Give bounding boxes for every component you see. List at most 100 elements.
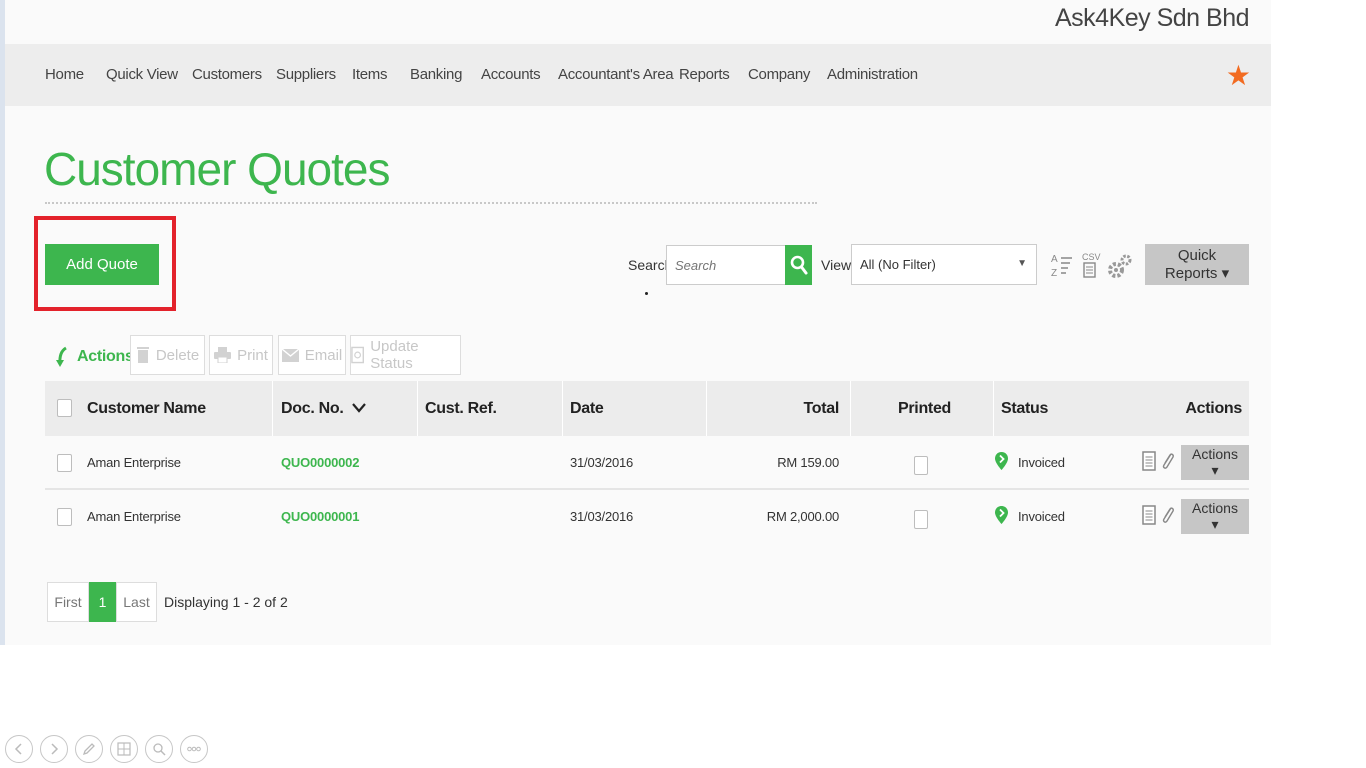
svg-text:Z: Z xyxy=(1051,268,1057,279)
slides-grid-icon xyxy=(117,742,131,756)
nav-banking[interactable]: Banking xyxy=(410,66,462,83)
col-date[interactable]: Date xyxy=(570,400,604,418)
bulk-actions-label: Actions xyxy=(55,346,134,368)
chevron-down-icon: ▼ xyxy=(1017,258,1027,269)
title-divider xyxy=(45,202,817,204)
trash-icon xyxy=(136,347,149,363)
col-divider xyxy=(272,381,273,436)
zoom-button[interactable] xyxy=(145,735,173,763)
slideshow-controls xyxy=(5,735,208,763)
nav-items[interactable]: Items xyxy=(352,66,387,83)
nav-suppliers[interactable]: Suppliers xyxy=(276,66,336,83)
nav-accounts[interactable]: Accounts xyxy=(481,66,541,83)
col-divider xyxy=(706,381,707,436)
paperclip-icon[interactable] xyxy=(1160,504,1176,526)
csv-label: CSV xyxy=(1082,252,1101,262)
col-doc-no[interactable]: Doc. No. xyxy=(281,400,366,418)
previous-slide-button[interactable] xyxy=(5,735,33,763)
search-button[interactable] xyxy=(785,245,812,285)
row-doc-link[interactable]: QUO0000002 xyxy=(281,455,359,470)
col-doc-no-label: Doc. No. xyxy=(281,400,344,417)
sort-az-icon[interactable]: AZ xyxy=(1050,250,1074,280)
chevron-down-icon xyxy=(351,403,366,413)
row-printed-checkbox[interactable] xyxy=(914,510,928,529)
view-selected-value: All (No Filter) xyxy=(860,257,936,272)
more-dots-icon xyxy=(187,746,201,752)
csv-export-icon[interactable]: CSV xyxy=(1078,250,1102,280)
settings-gear-icon[interactable] xyxy=(1106,250,1134,280)
see-all-slides-button[interactable] xyxy=(110,735,138,763)
update-status-button[interactable]: Update Status xyxy=(350,335,461,375)
email-label: Email xyxy=(304,346,343,364)
magnifier-icon xyxy=(153,743,166,756)
row-printed-checkbox[interactable] xyxy=(914,456,928,475)
invoiced-status-icon xyxy=(995,452,1008,470)
document-icon[interactable] xyxy=(1142,505,1156,525)
col-cust-ref[interactable]: Cust. Ref. xyxy=(425,400,497,418)
delete-label: Delete xyxy=(155,346,200,364)
print-label: Print xyxy=(237,346,268,364)
nav-company[interactable]: Company xyxy=(748,66,810,83)
favorite-star-icon[interactable]: ★ xyxy=(1226,59,1251,92)
col-divider xyxy=(562,381,563,436)
actions-label-text: Actions xyxy=(77,348,134,365)
col-total[interactable]: Total xyxy=(803,400,839,418)
nav-home[interactable]: Home xyxy=(45,66,84,83)
pagination: First 1 Last Displaying 1 - 2 of 2 xyxy=(47,581,288,623)
company-name: Ask4Key Sdn Bhd xyxy=(1054,4,1250,32)
row-doc-link[interactable]: QUO0000001 xyxy=(281,509,359,524)
paperclip-icon[interactable] xyxy=(1160,450,1176,472)
curved-arrow-icon xyxy=(56,346,67,367)
nav-administration[interactable]: Administration xyxy=(827,66,918,83)
document-refresh-icon xyxy=(351,346,364,364)
row-date: 31/03/2016 xyxy=(570,455,634,470)
document-icon[interactable] xyxy=(1142,451,1156,471)
pager-first[interactable]: First xyxy=(47,582,89,622)
app-window: Ask4Key Sdn Bhd Home Quick View Customer… xyxy=(5,0,1271,645)
row-checkbox[interactable] xyxy=(57,454,72,472)
more-options-button[interactable] xyxy=(180,735,208,763)
nav-quick-view[interactable]: Quick View xyxy=(106,66,178,83)
col-customer-name[interactable]: Customer Name xyxy=(87,400,206,418)
view-filter-select[interactable]: All (No Filter) ▼ xyxy=(851,244,1037,285)
row-total: RM 159.00 xyxy=(777,455,839,470)
row-total: RM 2,000.00 xyxy=(766,509,839,524)
row-status-text: Invoiced xyxy=(1018,455,1065,470)
arrow-left-icon xyxy=(14,743,22,755)
update-status-label: Update Status xyxy=(370,338,419,372)
email-button[interactable]: Email xyxy=(278,335,346,375)
nav-reports[interactable]: Reports xyxy=(679,66,730,83)
col-divider xyxy=(993,381,994,436)
col-status[interactable]: Status xyxy=(1001,400,1048,418)
select-all-checkbox[interactable] xyxy=(57,399,72,417)
row-divider xyxy=(45,488,1249,490)
search-icon xyxy=(790,255,807,275)
svg-text:A: A xyxy=(1051,254,1058,265)
col-printed[interactable]: Printed xyxy=(898,400,951,418)
invoiced-status-icon xyxy=(995,506,1008,524)
quick-reports-button[interactable]: Quick Reports ▾ xyxy=(1145,244,1249,285)
table-row: Aman Enterprise QUO0000001 31/03/2016 RM… xyxy=(45,491,1249,543)
search-input[interactable] xyxy=(666,245,786,285)
page-title: Customer Quotes xyxy=(44,143,390,195)
delete-button[interactable]: Delete xyxy=(130,335,205,375)
row-customer-name: Aman Enterprise xyxy=(87,455,181,470)
col-divider xyxy=(850,381,851,436)
row-checkbox[interactable] xyxy=(57,508,72,526)
row-actions-button[interactable]: Actions ▾ xyxy=(1181,445,1249,480)
pen-tool-button[interactable] xyxy=(75,735,103,763)
pager-page-1[interactable]: 1 xyxy=(89,582,116,622)
row-customer-name: Aman Enterprise xyxy=(87,509,181,524)
add-quote-button[interactable]: Add Quote xyxy=(45,244,159,285)
main-nav: Home Quick View Customers Suppliers Item… xyxy=(5,44,1271,106)
nav-customers[interactable]: Customers xyxy=(192,66,262,83)
print-button[interactable]: Print xyxy=(209,335,273,375)
pager-last[interactable]: Last xyxy=(116,582,157,622)
next-slide-button[interactable] xyxy=(40,735,68,763)
nav-accountants-area[interactable]: Accountant's Area xyxy=(558,66,674,83)
col-actions: Actions xyxy=(1185,400,1242,417)
col-divider xyxy=(417,381,418,436)
row-actions-button[interactable]: Actions ▾ xyxy=(1181,499,1249,534)
arrow-right-icon xyxy=(51,743,59,755)
stray-dot xyxy=(645,292,648,295)
